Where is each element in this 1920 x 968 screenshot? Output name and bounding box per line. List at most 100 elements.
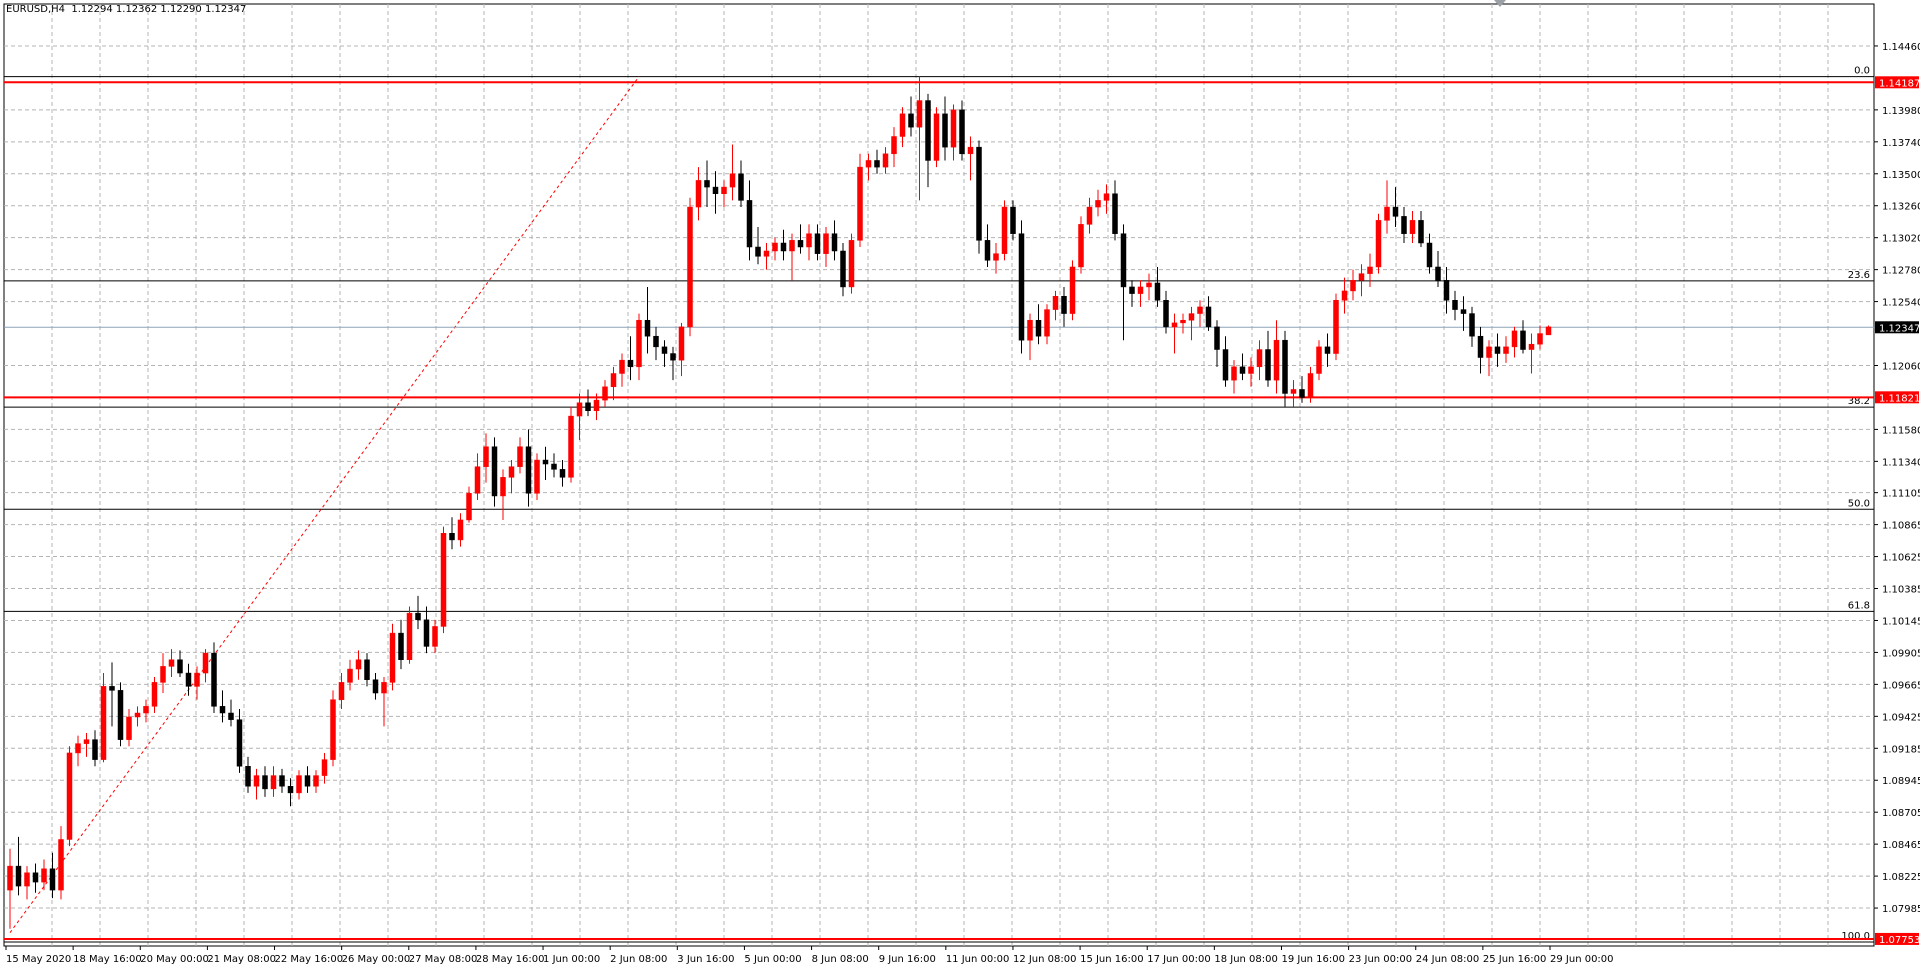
symbol-info-label: EURUSD,H4 1.12294 1.12362 1.12290 1.1234… [6,4,247,15]
candle-body [1129,286,1135,294]
candle-body [551,463,557,470]
candle-body [160,666,166,683]
y-tick-label: 1.08945 [1882,776,1920,787]
chart-shift-marker-icon[interactable] [1494,0,1506,7]
candle-body [49,868,56,891]
candle-body [704,180,710,188]
candle-body [423,619,430,647]
chart-window[interactable]: 1.14460 1.13980 1.13740 1.13500 1.13260 1.130… [0,0,1920,968]
candle-body [109,686,115,691]
y-tick-label: 1.13740 [1882,138,1920,149]
candle-body [823,233,829,254]
candle-body [1460,309,1467,314]
candle-body [347,668,353,683]
price-label-text: 1.07753 [1879,935,1920,946]
candle-body [66,752,73,840]
y-tick-label: 1.12540 [1882,298,1920,309]
candle-body [585,402,591,412]
x-tick-label: 20 May 00:00 [140,954,209,965]
candle-body [1367,266,1373,274]
y-tick-label: 1.09905 [1882,648,1920,659]
candle-body [1188,313,1195,321]
candle-body [287,785,294,794]
candle-body [568,415,574,478]
candle-body [92,739,98,760]
candle-body [474,466,481,494]
candle-body [83,739,90,744]
candle-body [75,743,81,754]
candlestick-chart[interactable]: 1.14460 1.13980 1.13740 1.13500 1.13260 1.130… [0,0,1920,968]
candle-body [41,868,47,883]
candle-body [729,173,736,188]
candle-body [517,446,523,467]
candle-body [338,682,345,700]
candle-body [1256,349,1263,368]
candle-body [559,469,566,478]
candle-body [185,672,192,687]
candle-body [857,166,863,241]
y-tick-label: 1.10865 [1882,521,1920,532]
candle-body [415,612,421,621]
x-tick-label: 26 May 00:00 [342,954,411,965]
candle-body [1222,349,1229,381]
candle-body [789,240,795,252]
candle-body [32,872,39,883]
candle-body [219,706,226,714]
fib-level-label: 50.0 [1848,498,1870,509]
candle-body [1112,193,1118,234]
candle-body [236,719,243,767]
candle-body [806,233,812,248]
candle-body [355,659,362,670]
x-tick-label: 24 Jun 08:00 [1416,954,1480,965]
candle-body [763,250,770,257]
candle-body [891,136,897,155]
y-tick-label: 1.09665 [1882,680,1920,691]
candle-body [1520,330,1526,350]
fib-level-label: 100.0 [1841,931,1870,942]
candle-body [500,477,506,497]
candle-body [1299,389,1305,398]
fib-level-label: 0.0 [1854,66,1870,77]
candle-body [738,173,744,201]
x-tick-label: 15 May 2020 [6,954,71,965]
candle-body [1103,193,1110,201]
candle-body [143,706,149,714]
candle-body [508,466,515,478]
candle-body [1528,343,1535,350]
x-tick-label: 25 Jun 16:00 [1483,954,1547,965]
candle-body [959,109,965,155]
candle-body [874,160,880,168]
candle-body [151,682,158,707]
x-tick-label: 19 Jun 16:00 [1281,954,1345,965]
candle-body [678,326,685,361]
candle-body [364,659,370,680]
candle-body [270,775,277,790]
y-tick-label: 1.12780 [1882,266,1920,277]
candle-body [1010,206,1016,234]
candle-body [1392,206,1399,217]
candle-body [933,113,940,161]
candle-body [746,200,753,248]
candle-body [1146,282,1152,288]
candle-body [1265,349,1271,381]
candle-body [253,775,260,787]
candle-body [262,775,268,790]
candle-body [58,839,64,891]
candle-body [797,240,804,248]
candle-body [925,100,931,161]
y-tick-label: 1.08705 [1882,808,1920,819]
y-tick-label: 1.14460 [1882,42,1920,53]
candle-body [1341,290,1348,301]
x-tick-label: 11 Jun 00:00 [946,954,1010,965]
y-tick-label: 1.13500 [1882,170,1920,181]
candle-body [330,699,336,760]
candle-body [1435,266,1441,281]
candle-body [1307,373,1314,398]
candle-body [1545,326,1552,336]
x-tick-label: 18 May 16:00 [73,954,142,965]
candle-body [372,679,379,694]
candle-body [279,775,285,787]
candle-body [1078,224,1084,268]
candle-body [296,775,302,794]
candle-body [1350,280,1356,292]
